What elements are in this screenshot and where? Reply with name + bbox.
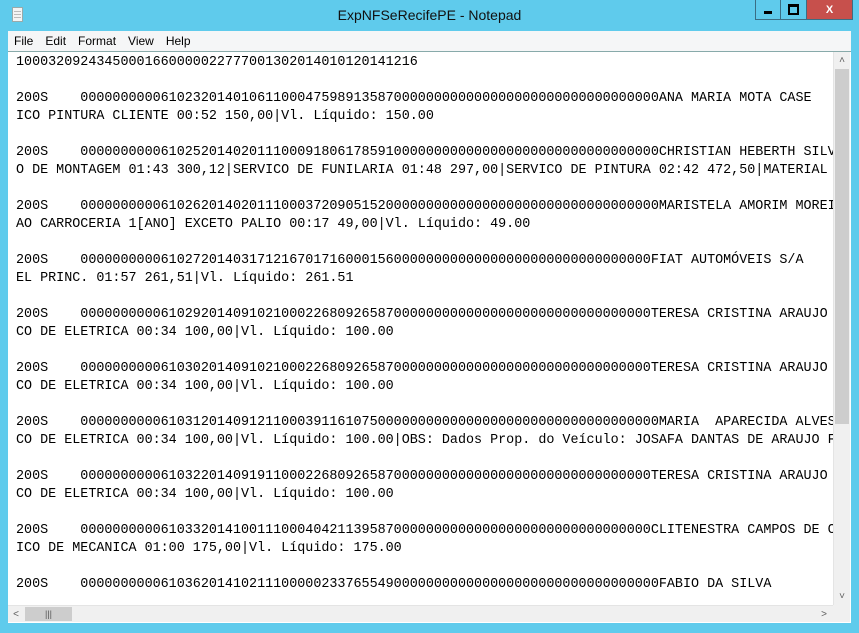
menu-view[interactable]: View <box>122 34 160 48</box>
text-line <box>16 558 833 576</box>
minimize-button[interactable] <box>755 0 781 20</box>
text-line <box>16 234 833 252</box>
window-title: ExpNFSeRecifePE - Notepad <box>337 7 522 23</box>
size-grip[interactable] <box>833 605 850 622</box>
text-line: 200S 00000000006103120140912110003911610… <box>16 415 833 430</box>
text-line: CO DE ELETRICA 00:34 100,00|Vl. Líquido:… <box>16 325 394 340</box>
text-line: 200S 00000000006102620140201110003720905… <box>16 199 833 214</box>
text-line: ICO DE MECANICA 01:00 175,00|Vl. Líquido… <box>16 541 402 556</box>
text-line <box>16 342 833 360</box>
text-line: EL PRINC. 01:57 261,51|Vl. Líquido: 261.… <box>16 271 354 286</box>
text-line <box>16 126 833 144</box>
text-line: 200S 00000000006103020140910210002268092… <box>16 361 833 376</box>
menu-edit[interactable]: Edit <box>39 34 72 48</box>
text-line <box>16 450 833 468</box>
editor[interactable]: 1000320924345000166000002277700130201401… <box>8 51 851 623</box>
close-button[interactable]: X <box>806 0 853 20</box>
text-line: 200S 00000000006103320141001110004042113… <box>16 523 833 538</box>
text-line: O DE MONTAGEM 01:43 300,12|SERVICO DE FU… <box>16 163 828 178</box>
chevron-right-icon[interactable]: ˃ <box>816 606 832 623</box>
text-line: 200S 00000000006102320140106110004759891… <box>16 91 812 106</box>
chevron-up-icon[interactable]: ˄ <box>834 52 850 69</box>
minimize-icon <box>764 10 772 14</box>
title-bar[interactable]: ExpNFSeRecifePE - Notepad X <box>0 0 859 31</box>
text-line: AO CARROCERIA 1[ANO] EXCETO PALIO 00:17 … <box>16 217 531 232</box>
horizontal-scroll-thumb[interactable]: ||| <box>25 607 72 621</box>
chevron-left-icon[interactable]: ˂ <box>8 606 24 623</box>
text-line: CO DE ELETRICA 00:34 100,00|Vl. Líquido:… <box>16 379 394 394</box>
vertical-scroll-thumb[interactable] <box>835 69 849 424</box>
text-line: 1000320924345000166000002277700130201401… <box>16 55 418 70</box>
text-line: ICO PINTURA CLIENTE 00:52 150,00|Vl. Líq… <box>16 109 434 124</box>
text-line: 200S 00000000006102920140910210002268092… <box>16 307 833 322</box>
menu-file[interactable]: File <box>8 34 39 48</box>
text-line: CO DE ELETRICA 00:34 100,00|Vl. Líquido:… <box>16 433 833 448</box>
text-line: 200S 00000000006103620141021110000023376… <box>16 577 772 592</box>
maximize-icon <box>788 4 799 15</box>
chevron-down-icon[interactable]: ˅ <box>834 588 850 605</box>
text-line: CO DE ELETRICA 00:34 100,00|Vl. Líquido:… <box>16 487 394 502</box>
text-line: 200S 00000000006102720140317121670171600… <box>16 253 804 268</box>
maximize-button[interactable] <box>780 0 807 20</box>
text-line <box>16 504 833 522</box>
text-line <box>16 180 833 198</box>
text-area[interactable]: 1000320924345000166000002277700130201401… <box>16 54 833 606</box>
text-line <box>16 72 833 90</box>
menu-bar: File Edit Format View Help <box>8 31 851 51</box>
text-line <box>16 288 833 306</box>
text-line: 200S 00000000006103220140919110002268092… <box>16 469 833 484</box>
menu-format[interactable]: Format <box>72 34 122 48</box>
horizontal-scrollbar[interactable]: ˂ ||| ˃ <box>8 605 833 622</box>
text-line <box>16 396 833 414</box>
text-line: 200S 00000000006102520140201110009180617… <box>16 145 833 160</box>
vertical-scrollbar[interactable]: ˄ ˅ <box>833 52 850 605</box>
menu-help[interactable]: Help <box>160 34 197 48</box>
